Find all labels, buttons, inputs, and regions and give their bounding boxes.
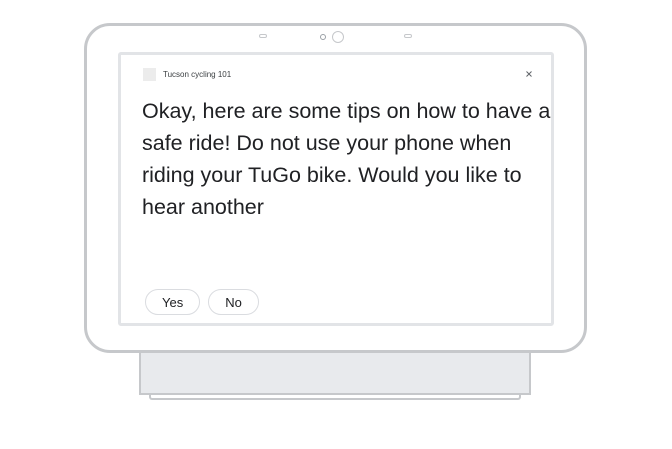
- suggestion-chips: Yes No: [145, 289, 259, 315]
- speaker-base-foot: [149, 395, 521, 400]
- display-screen: Tucson cycling 101 Okay, here are some t…: [118, 52, 554, 326]
- speaker-base: [139, 347, 531, 395]
- suggestion-chip-yes[interactable]: Yes: [145, 289, 201, 315]
- camera-lens-icon: [332, 31, 344, 43]
- ambient-sensor-right: [404, 34, 412, 38]
- smart-display-mockup: Tucson cycling 101 Okay, here are some t…: [0, 0, 672, 449]
- app-header: Tucson cycling 101: [143, 68, 231, 81]
- close-button[interactable]: [524, 69, 534, 79]
- ambient-sensor-left: [259, 34, 267, 38]
- assistant-response-text: Okay, here are some tips on how to have …: [142, 99, 551, 219]
- app-icon: [143, 68, 156, 81]
- app-title: Tucson cycling 101: [163, 70, 232, 79]
- camera-indicator-dot: [320, 34, 326, 40]
- close-icon: [526, 71, 532, 77]
- suggestion-chip-no[interactable]: No: [208, 289, 259, 315]
